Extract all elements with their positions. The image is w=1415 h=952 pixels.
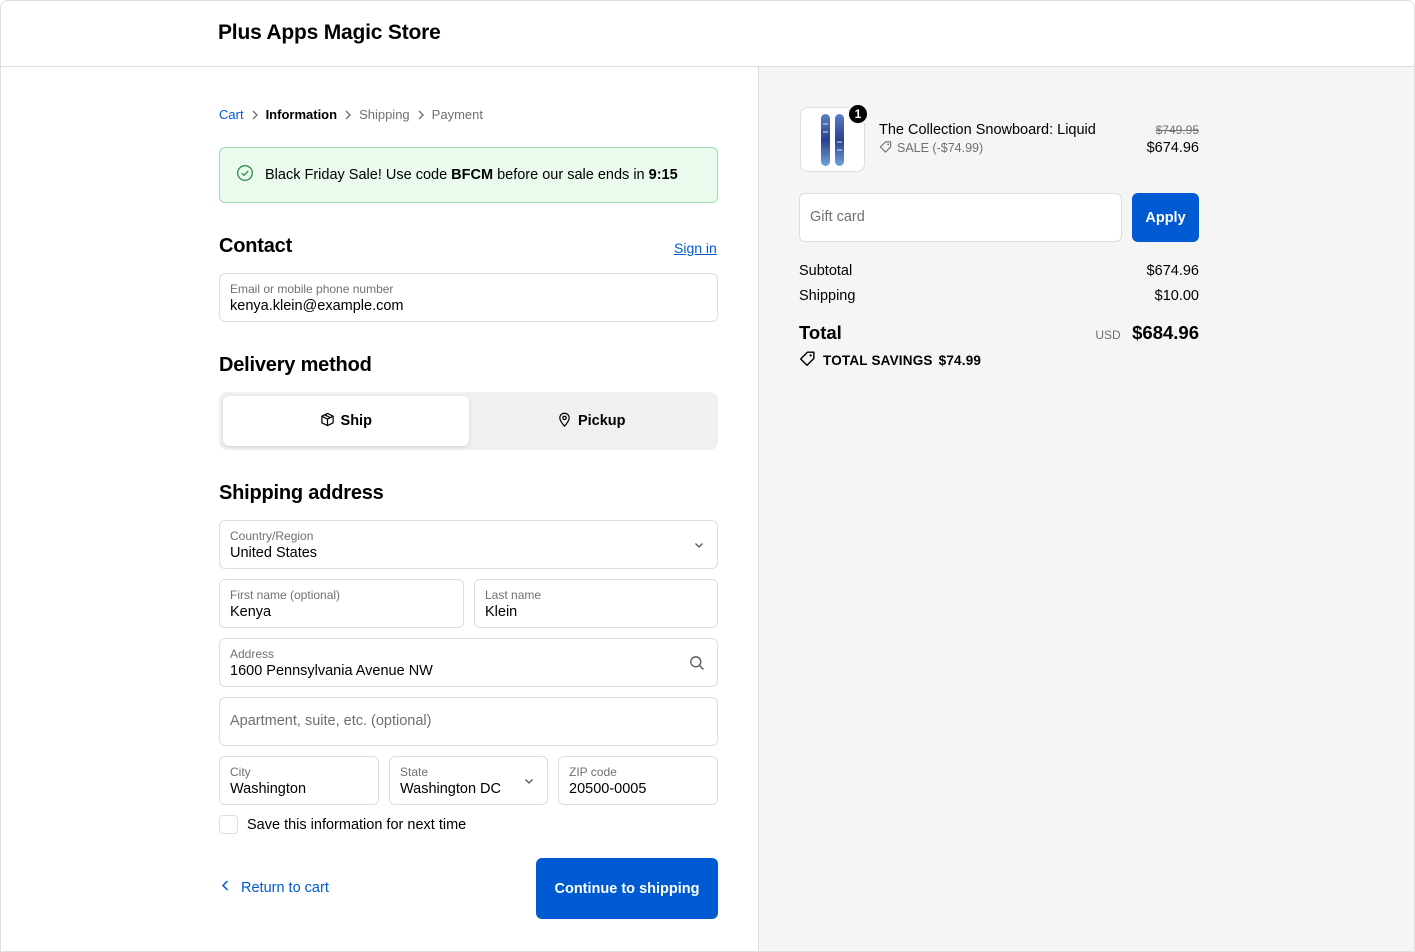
address-value: 1600 Pennsylvania Avenue NW [230,663,433,679]
zip-value: 20500-0005 [569,781,647,797]
total-currency: USD [1095,328,1121,342]
banner-text: Black Friday Sale! Use code BFCM before … [265,167,678,183]
city-value: Washington [230,781,307,797]
discount-code: BFCM [451,167,494,183]
apartment-field[interactable]: Apartment, suite, etc. (optional) [219,697,718,746]
zip-field[interactable]: ZIP code 20500-0005 [558,756,718,805]
chevron-right-icon [337,110,359,120]
total-row: Total USD $684.96 [799,322,1199,344]
breadcrumb-payment: Payment [431,107,483,122]
delivery-method-toggle: Ship Pickup [219,392,718,450]
chevron-down-icon [523,775,535,787]
state-select[interactable]: State Washington DC [389,756,548,805]
sale-timer: 9:15 [648,167,678,183]
gift-card-input[interactable]: Gift card [799,193,1122,242]
shipping-label: Shipping [799,288,856,304]
address-label: Address [230,647,275,661]
quantity-badge: 1 [847,103,869,125]
state-value: Washington DC [400,781,502,797]
gift-card-placeholder: Gift card [810,209,865,225]
last-name-label: Last name [485,588,542,602]
subtotal-row: Subtotal $674.96 [799,263,1199,279]
chevron-down-icon [693,539,705,551]
shipping-address-heading: Shipping address [219,482,384,504]
product-price: $674.96 [1146,140,1199,156]
sign-in-link[interactable]: Sign in [674,240,717,256]
delivery-option-ship[interactable]: Ship [223,396,469,446]
total-label: Total [799,322,842,343]
product-name: The Collection Snowboard: Liquid [879,122,1096,138]
location-pin-icon [557,412,572,431]
country-label: Country/Region [230,529,314,543]
tag-icon [799,350,823,370]
sale-banner: Black Friday Sale! Use code BFCM before … [219,147,718,203]
order-summary: 1 The Collection Snowboard: Liquid SALE … [758,67,1414,951]
city-field[interactable]: City Washington [219,756,379,805]
first-name-label: First name (optional) [230,588,341,602]
product-sale-tag: SALE (-$74.99) [879,140,983,156]
total-value: $684.96 [1132,322,1199,343]
subtotal-label: Subtotal [799,263,853,279]
product-original-price: $749.95 [1155,123,1199,137]
email-value: kenya.klein@example.com [230,298,404,314]
last-name-field[interactable]: Last name Klein [474,579,718,628]
apartment-placeholder: Apartment, suite, etc. (optional) [230,713,432,729]
search-icon[interactable] [689,655,705,671]
store-name[interactable]: Plus Apps Magic Store [218,21,441,45]
email-field[interactable]: Email or mobile phone number kenya.klein… [219,273,718,322]
shipping-row: Shipping $10.00 [799,288,1199,304]
chevron-right-icon [410,110,432,120]
save-info-row[interactable]: Save this information for next time [219,815,466,834]
breadcrumb: Cart Information Shipping Payment [219,107,483,122]
return-to-cart-link[interactable]: Return to cart [219,879,329,896]
breadcrumb-cart[interactable]: Cart [219,107,244,122]
chevron-left-icon [219,879,241,896]
apply-button[interactable]: Apply [1132,193,1199,242]
check-circle-icon [236,164,265,186]
savings-value: $74.99 [938,352,982,368]
contact-heading: Contact [219,235,293,257]
chevron-right-icon [244,110,266,120]
savings-label: TOTAL SAVINGS [823,352,933,368]
city-label: City [230,765,251,779]
zip-label: ZIP code [569,765,617,779]
save-info-checkbox[interactable] [219,815,238,834]
country-value: United States [230,545,318,561]
checkout-main: Cart Information Shipping Payment Black … [1,67,758,951]
snowboard-image [820,113,844,166]
continue-to-shipping-button[interactable]: Continue to shipping [536,858,718,919]
delivery-method-heading: Delivery method [219,354,372,376]
checkout-page: Plus Apps Magic Store Cart Information S… [0,0,1415,952]
breadcrumb-shipping: Shipping [359,107,410,122]
total-savings: TOTAL SAVINGS $74.99 [799,350,981,370]
first-name-field[interactable]: First name (optional) Kenya [219,579,464,628]
first-name-value: Kenya [230,604,272,620]
delivery-option-pickup[interactable]: Pickup [469,396,715,446]
shipping-value: $10.00 [1154,288,1199,304]
breadcrumb-information: Information [265,107,338,122]
email-label: Email or mobile phone number [230,282,394,296]
save-info-label: Save this information for next time [247,816,467,833]
state-label: State [400,765,429,779]
tag-icon [879,140,897,156]
box-icon [320,412,335,431]
country-select[interactable]: Country/Region United States [219,520,718,569]
subtotal-value: $674.96 [1146,263,1199,279]
last-name-value: Klein [485,604,518,620]
address-field[interactable]: Address 1600 Pennsylvania Avenue NW [219,638,718,687]
header: Plus Apps Magic Store [1,1,1414,67]
